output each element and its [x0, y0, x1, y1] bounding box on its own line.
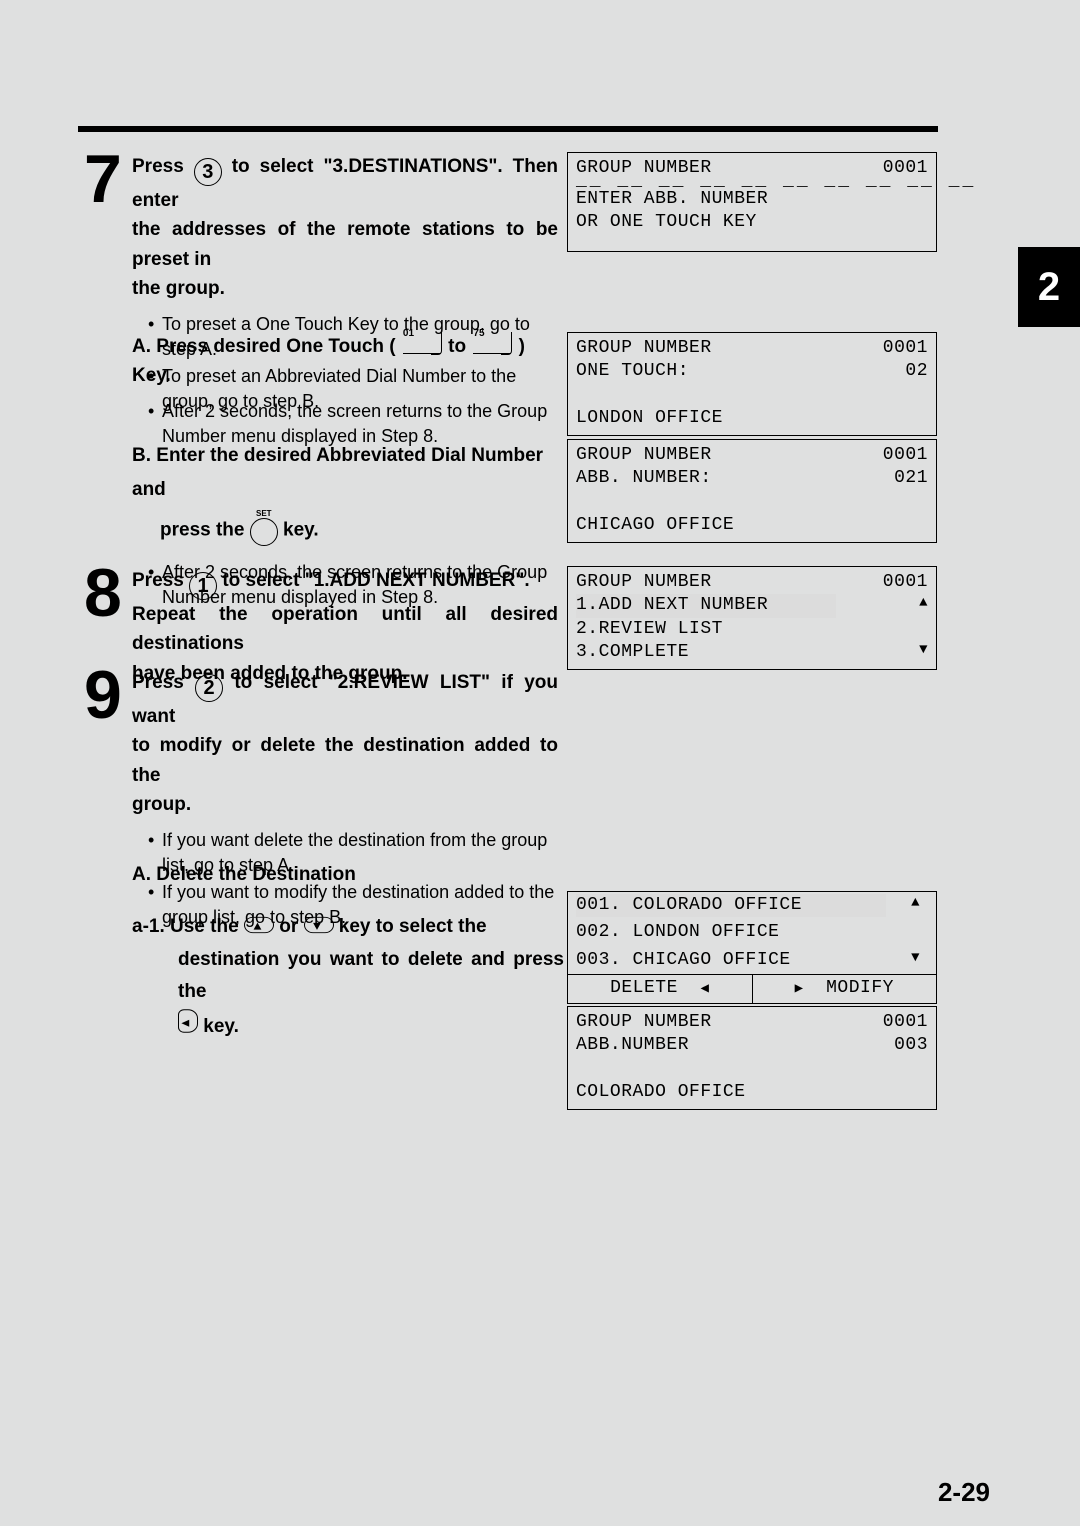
- lcd-text-highlighted: 1.ADD NEXT NUMBER: [576, 594, 836, 617]
- onetouch-key-75-icon: 75: [473, 340, 511, 354]
- onetouch-key-01-icon: 01: [403, 340, 441, 354]
- lcd-text: 2.REVIEW LIST: [576, 618, 723, 641]
- text: press the: [160, 520, 250, 541]
- substep-title: A. Press desired One Touch ( 01 to 75 ) …: [132, 332, 564, 391]
- lcd-text: 0001: [883, 1011, 928, 1034]
- button-1-icon: 1: [189, 572, 217, 600]
- text: Press: [132, 672, 195, 693]
- lcd-text: CHICAGO OFFICE: [576, 514, 734, 537]
- text: A. Press desired One Touch (: [132, 336, 401, 357]
- left-button-icon: [178, 1010, 198, 1033]
- lcd-screen-4: GROUP NUMBER 0001 1.ADD NEXT NUMBER ▲ 2.RE…: [567, 566, 937, 678]
- text: destination you want to delete and press…: [178, 944, 564, 1009]
- right-arrow-icon: ▶: [795, 981, 804, 997]
- up-arrow-icon: ▲: [919, 594, 928, 617]
- lcd-text: 003: [894, 1034, 928, 1057]
- text: 01: [403, 326, 414, 342]
- text: to select "1.ADD NEXT NUMBER".: [222, 570, 529, 591]
- lcd-screen-1: GROUP NUMBER0001 __ __ __ __ __ __ __ __…: [567, 152, 937, 260]
- text: 75: [473, 326, 484, 342]
- chapter-tab: 2: [1018, 247, 1080, 327]
- step7a: A. Press desired One Touch ( 01 to 75 ) …: [132, 332, 564, 451]
- step-title: Press 3 to select "3.DESTINATIONS". Then…: [132, 152, 558, 304]
- lcd-screen-3: GROUP NUMBER 0001 ABB. NUMBER: 021 CHICAGO…: [567, 439, 937, 551]
- text: key.: [283, 520, 319, 541]
- lcd-text: GROUP NUMBER: [576, 444, 712, 467]
- modify-label: ▶ MODIFY: [753, 975, 937, 1002]
- lcd-screen-2: GROUP NUMBER 0001 ONE TOUCH: 02 LONDON OFF…: [567, 332, 937, 444]
- button-2-icon: 2: [195, 674, 223, 702]
- lcd-text: ABB.NUMBER: [576, 1034, 689, 1057]
- step-number: 7: [84, 156, 132, 204]
- down-button-icon: [304, 917, 334, 933]
- lcd-screen-5: 001. COLORADO OFFICE ▲ 002. LONDON OFFICE…: [567, 891, 937, 1012]
- lcd-text: GROUP NUMBER: [576, 1011, 712, 1034]
- lcd-text: GROUP NUMBER: [576, 571, 712, 594]
- lcd-text: ABB. NUMBER:: [576, 467, 712, 490]
- text: to modify or delete the destination adde…: [132, 731, 558, 790]
- text: Repeat the operation until all desired d…: [132, 600, 558, 659]
- substep-title: A. Delete the Destination: [132, 860, 564, 889]
- text: key to select the: [339, 916, 487, 937]
- lcd-text: 0001: [883, 571, 928, 594]
- set-button-icon: [250, 518, 278, 546]
- text: the addresses of the remote stations to …: [132, 215, 558, 274]
- text: group.: [132, 790, 558, 819]
- substep-title: B. Enter the desired Abbreviated Dial Nu…: [132, 439, 564, 552]
- left-arrow-icon: ◀: [700, 981, 709, 997]
- text: to: [448, 336, 471, 357]
- text: Press: [132, 156, 194, 177]
- lcd-text: GROUP NUMBER: [576, 337, 712, 360]
- text: B. Enter the desired Abbreviated Dial Nu…: [132, 439, 564, 507]
- lcd-text: 3.COMPLETE: [576, 641, 689, 664]
- lcd-screen-6: GROUP NUMBER 0001 ABB.NUMBER 003 COLORADO …: [567, 1006, 937, 1118]
- text: or: [279, 916, 303, 937]
- substep-a1: a-1. Use the or key to select the destin…: [132, 911, 564, 1043]
- lcd-text: ONE TOUCH:: [576, 360, 689, 383]
- lcd-text: COLORADO OFFICE: [576, 1081, 746, 1104]
- lcd-text: 002. LONDON OFFICE: [576, 921, 779, 944]
- text: the group.: [132, 274, 558, 303]
- top-rule: [78, 126, 938, 132]
- page-background: 2 7 Press 3 to select "3.DESTINATIONS". …: [0, 0, 1080, 1526]
- delete-label: DELETE ◀: [568, 975, 753, 1002]
- lcd-text: 0001: [883, 444, 928, 467]
- up-arrow-icon: ▲: [911, 894, 928, 917]
- lcd-text: OR ONE TOUCH KEY: [576, 211, 757, 234]
- page-number: 2-29: [938, 1477, 990, 1508]
- step-number: 8: [84, 570, 132, 618]
- up-button-icon: [244, 917, 274, 933]
- down-arrow-icon: ▼: [919, 641, 928, 664]
- down-arrow-icon: ▼: [911, 949, 928, 972]
- lcd-text: 0001: [883, 337, 928, 360]
- lcd-text: 02: [905, 360, 928, 383]
- text: Press: [132, 570, 189, 591]
- step9a: A. Delete the Destination a-1. Use the o…: [132, 860, 564, 1044]
- lcd-text: 021: [894, 467, 928, 490]
- button-3-icon: 3: [194, 158, 222, 186]
- text: key.: [203, 1016, 239, 1037]
- lcd-text: 003. CHICAGO OFFICE: [576, 949, 791, 972]
- text: a-1. Use the: [132, 916, 244, 937]
- step-title: Press 2 to select "2.REVIEW LIST" if you…: [132, 668, 558, 820]
- lcd-text: LONDON OFFICE: [576, 407, 723, 430]
- step-number: 9: [84, 672, 132, 720]
- lcd-text-highlighted: 001. COLORADO OFFICE: [576, 894, 886, 917]
- lcd-text: ENTER ABB. NUMBER: [576, 188, 768, 211]
